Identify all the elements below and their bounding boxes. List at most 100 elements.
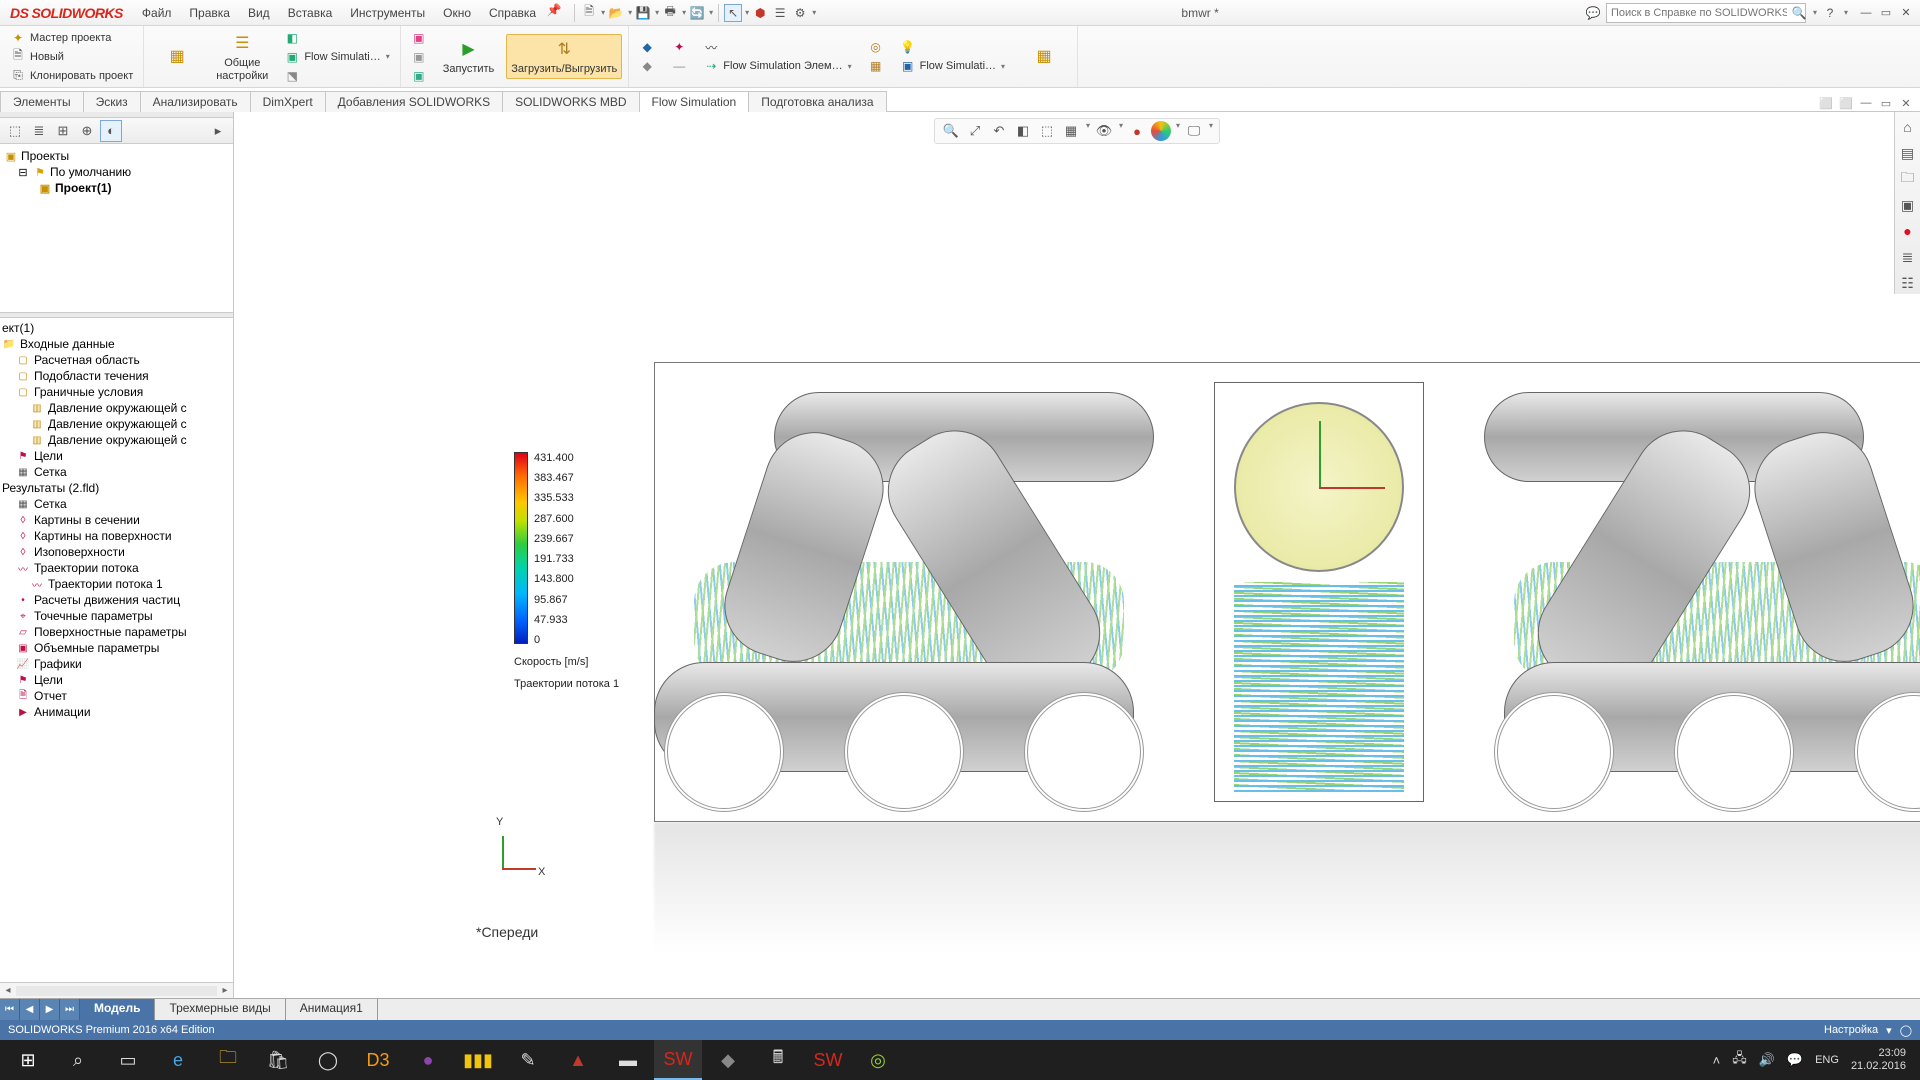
- tray-notifications-icon[interactable]: 💬: [1787, 1052, 1803, 1068]
- tree-xy-plots[interactable]: 📈Графики: [0, 656, 233, 672]
- zoom-area-icon[interactable]: ⤢: [965, 121, 985, 141]
- window-close-icon[interactable]: ✕: [1898, 5, 1914, 21]
- menu-view[interactable]: Вид: [239, 1, 279, 25]
- ribbon-project-new[interactable]: 🗎Новый: [6, 48, 137, 66]
- ribbon-sm-c2[interactable]: ◆: [635, 57, 659, 75]
- taskbar-search-icon[interactable]: ⌕: [54, 1040, 102, 1080]
- ribbon-project-wizard[interactable]: ✦Мастер проекта: [6, 29, 137, 47]
- tray-clock[interactable]: 23:09 21.02.2016: [1851, 1047, 1906, 1073]
- hide-show-icon[interactable]: 👁: [1094, 121, 1114, 141]
- prev-view-icon[interactable]: ↶: [989, 121, 1009, 141]
- menu-insert[interactable]: Вставка: [279, 1, 342, 25]
- search-icon[interactable]: 🔍: [1790, 4, 1808, 22]
- scene-icon[interactable]: [1151, 121, 1171, 141]
- ribbon-general-settings[interactable]: ☰Общие настройки: [212, 29, 272, 83]
- tree-particle-studies[interactable]: •Расчеты движения частиц: [0, 592, 233, 608]
- ribbon-sm-3[interactable]: ⬔: [280, 67, 393, 85]
- tree-subdomains[interactable]: ▢Подобласти течения: [0, 368, 233, 384]
- taskbar-app-green-icon[interactable]: ◎: [854, 1040, 902, 1080]
- tree-animations[interactable]: ▶Анимации: [0, 704, 233, 720]
- menu-pin-icon[interactable]: 📌: [545, 1, 563, 19]
- orientation-triad[interactable]: Y X: [494, 818, 554, 878]
- ribbon-sm-c1[interactable]: ◆: [635, 38, 659, 56]
- taskbar-solidworks-icon[interactable]: SW: [654, 1040, 702, 1080]
- rebuild-icon[interactable]: 🔄: [688, 4, 706, 22]
- tree-surface-params[interactable]: ▱Поверхностные параметры: [0, 624, 233, 640]
- doctab-3d-views[interactable]: Трехмерные виды: [155, 999, 285, 1020]
- taskbar-app-d3-icon[interactable]: D3: [354, 1040, 402, 1080]
- ribbon-sm-1[interactable]: ◧: [280, 29, 393, 47]
- panel-tab-feature-tree-icon[interactable]: ⬚: [4, 120, 26, 142]
- panel-tab-property-icon[interactable]: ≣: [28, 120, 50, 142]
- doctab-animation[interactable]: Анимация1: [286, 999, 378, 1020]
- ribbon-sm-c5[interactable]: 〰: [699, 38, 855, 56]
- ribbon-sm-d2[interactable]: ▦: [864, 57, 888, 75]
- taskbar-calc-icon[interactable]: 🖩: [754, 1040, 802, 1080]
- taskbar-store-icon[interactable]: 🛍: [254, 1040, 302, 1080]
- ribbon-flow-sim-dd[interactable]: ▣Flow Simulati…▾: [280, 48, 393, 66]
- ribbon-sm-d3[interactable]: 💡: [896, 38, 1009, 56]
- view-orient-icon[interactable]: ⬚: [1037, 121, 1057, 141]
- select-cursor-icon[interactable]: ↖: [724, 4, 742, 22]
- ribbon-sm-c3[interactable]: ✦: [667, 38, 691, 56]
- new-doc-icon[interactable]: 🗎: [580, 4, 598, 22]
- help-search-input[interactable]: [1606, 3, 1806, 23]
- doctab-last-icon[interactable]: ⏭: [60, 999, 80, 1020]
- tree-input-data[interactable]: 📁Входные данные: [0, 336, 233, 352]
- save-icon[interactable]: 💾: [634, 4, 652, 22]
- tree-bc-1[interactable]: ▥Давление окружающей с: [0, 400, 233, 416]
- tab-dimxpert[interactable]: DimXpert: [250, 91, 326, 112]
- ribbon-sm-r1[interactable]: ▣: [407, 29, 431, 47]
- taskbar-explorer-icon[interactable]: 🗀: [204, 1040, 252, 1080]
- tree-mesh[interactable]: ▦Сетка: [0, 464, 233, 480]
- taskpane-home-icon[interactable]: ⌂: [1897, 116, 1919, 138]
- panel-tab-config-icon[interactable]: ⊞: [52, 120, 74, 142]
- status-caret-icon[interactable]: ▾: [1886, 1024, 1892, 1037]
- menu-window[interactable]: Окно: [434, 1, 480, 25]
- menu-help[interactable]: Справка: [480, 1, 545, 25]
- tab-mbd[interactable]: SOLIDWORKS MBD: [502, 91, 639, 112]
- doctab-next-icon[interactable]: ▶: [40, 999, 60, 1020]
- appearance-icon[interactable]: ●: [1127, 121, 1147, 141]
- tree-goals[interactable]: ⚑Цели: [0, 448, 233, 464]
- taskview-icon[interactable]: ▭: [104, 1040, 152, 1080]
- tree-bc-2[interactable]: ▥Давление окружающей с: [0, 416, 233, 432]
- ribbon-sm-r3[interactable]: ▣: [407, 67, 431, 85]
- tree-projects-root[interactable]: ▣Проекты: [2, 148, 231, 164]
- taskbar-app-notes-icon[interactable]: ✎: [504, 1040, 552, 1080]
- taskbar-app-vi-icon[interactable]: ●: [404, 1040, 452, 1080]
- tree-report[interactable]: 🗎Отчет: [0, 688, 233, 704]
- ribbon-sm-d1[interactable]: ◎: [864, 38, 888, 56]
- tree-horizontal-scrollbar[interactable]: ◂▸: [0, 982, 233, 998]
- menu-tools[interactable]: Инструменты: [341, 1, 434, 25]
- tree-project-1[interactable]: ▣Проект(1): [2, 180, 231, 196]
- graphics-viewport[interactable]: 🔍 ⤢ ↶ ◧ ⬚ ▦▾ 👁▾ ● ▾ 🖵▾ ⌂ ▤ 🗀 ▣ ● ≣ ☷: [234, 112, 1920, 998]
- tree-volume-params[interactable]: ▣Объемные параметры: [0, 640, 233, 656]
- tree-proj-header[interactable]: ект(1): [0, 320, 233, 336]
- display-style-icon[interactable]: ▦: [1061, 121, 1081, 141]
- tree-domain[interactable]: ▢Расчетная область: [0, 352, 233, 368]
- tab-win-max-icon[interactable]: ▭: [1878, 95, 1894, 111]
- tab-analysis-prep[interactable]: Подготовка анализа: [748, 91, 886, 112]
- tab-flow-simulation[interactable]: Flow Simulation: [639, 91, 750, 112]
- tree-bc-3[interactable]: ▥Давление окружающей с: [0, 432, 233, 448]
- tray-language[interactable]: ENG: [1815, 1054, 1839, 1066]
- tree-surface-plots[interactable]: ◊Картины на поверхности: [0, 528, 233, 544]
- print-icon[interactable]: 🖶: [661, 4, 679, 22]
- tray-volume-icon[interactable]: 🔊: [1759, 1052, 1775, 1068]
- section-view-icon[interactable]: ◧: [1013, 121, 1033, 141]
- taskbar-app-bars-icon[interactable]: ▮▮▮: [454, 1040, 502, 1080]
- taskpane-lib-icon[interactable]: ▤: [1897, 142, 1919, 164]
- doctab-first-icon[interactable]: ⏮: [0, 999, 20, 1020]
- window-restore-icon[interactable]: ▭: [1878, 5, 1894, 21]
- panel-tab-flow-sim-icon[interactable]: ◐: [100, 120, 122, 142]
- ribbon-fs-res[interactable]: ▣Flow Simulati…▾: [896, 57, 1009, 75]
- tab-win-icon-1[interactable]: ⬜: [1818, 95, 1834, 111]
- taskpane-appear-icon[interactable]: ●: [1897, 220, 1919, 242]
- settings-gear-icon[interactable]: ⚙: [791, 4, 809, 22]
- zoom-fit-icon[interactable]: 🔍: [941, 121, 961, 141]
- help-question-icon[interactable]: ?: [1821, 4, 1839, 22]
- tray-chevron-icon[interactable]: ˄: [1713, 1053, 1721, 1068]
- taskpane-forum-icon[interactable]: ☷: [1897, 272, 1919, 294]
- taskbar-chrome-icon[interactable]: ◯: [304, 1040, 352, 1080]
